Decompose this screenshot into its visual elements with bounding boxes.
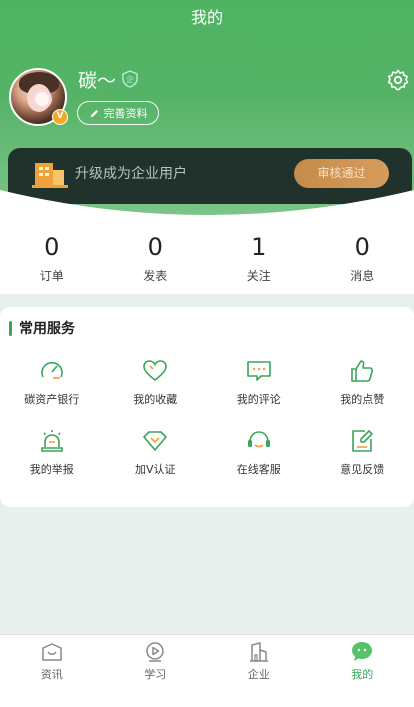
tab-mine[interactable]: 我的: [311, 635, 414, 707]
svg-text:企: 企: [126, 74, 134, 84]
service-v-certification[interactable]: 加V认证: [104, 422, 208, 492]
stat-value: 0: [354, 233, 370, 261]
tab-enterprise[interactable]: 企业: [207, 635, 311, 707]
enterprise-shield-icon: 企: [122, 70, 138, 88]
stat-value: 0: [44, 233, 60, 261]
gauge-icon: [40, 361, 63, 379]
service-label: 碳资产银行: [24, 393, 80, 406]
service-label: 我的点赞: [340, 393, 385, 406]
service-likes[interactable]: 我的点赞: [311, 352, 414, 422]
stat-label: 订单: [39, 269, 64, 283]
building-icon: [249, 642, 268, 662]
page-title: 我的: [190, 8, 223, 27]
feedback-icon: [352, 430, 374, 452]
tab-label: 资讯: [40, 668, 63, 681]
comment-icon: [246, 361, 271, 381]
play-icon: [146, 642, 164, 662]
services-grid: 碳资产银行 我的收藏 我的评论 我的点赞 我的举报 加V认证 在线客服 意见反馈: [0, 352, 414, 492]
service-label: 意见反馈: [340, 463, 385, 476]
stat-label: 关注: [246, 269, 271, 283]
tab-learning[interactable]: 学习: [104, 635, 208, 707]
stats-bar: 0 订单 0 发表 1 关注 0 消息: [0, 222, 414, 294]
stat-label: 发表: [143, 269, 168, 283]
services-title: 常用服务: [19, 321, 75, 337]
tab-label: 学习: [144, 668, 167, 681]
service-label: 加V认证: [134, 463, 176, 476]
service-feedback[interactable]: 意见反馈: [311, 422, 414, 492]
diamond-icon: [143, 431, 168, 451]
tab-news[interactable]: 资讯: [0, 635, 104, 707]
stat-value: 1: [251, 233, 267, 261]
service-label: 在线客服: [236, 463, 281, 476]
service-carbon-bank[interactable]: 碳资产银行: [0, 352, 104, 422]
headset-icon: [247, 431, 270, 448]
tab-label: 企业: [247, 668, 270, 681]
bottom-tab-bar: 资讯 学习 企业 我的: [0, 634, 414, 707]
stat-messages[interactable]: 0 消息: [311, 222, 414, 294]
settings-gear-icon[interactable]: [386, 68, 410, 92]
news-icon: [42, 643, 62, 661]
service-label: 我的收藏: [133, 393, 178, 406]
service-label: 我的举报: [29, 463, 74, 476]
stat-label: 消息: [350, 269, 375, 283]
stat-posts[interactable]: 0 发表: [104, 222, 208, 294]
username: 碳～: [78, 70, 117, 92]
service-label: 我的评论: [236, 393, 281, 406]
edit-profile-label: 完善资料: [103, 107, 148, 120]
tab-label: 我的: [351, 668, 374, 681]
chat-bubble-icon: [352, 642, 373, 661]
stat-orders[interactable]: 0 订单: [0, 222, 104, 294]
edit-profile-button[interactable]: 完善资料: [77, 101, 159, 125]
service-reports[interactable]: 我的举报: [0, 422, 104, 492]
stat-value: 0: [147, 233, 163, 261]
service-online-support[interactable]: 在线客服: [207, 422, 311, 492]
alarm-icon: [40, 430, 63, 452]
thumbs-up-icon: [351, 360, 374, 382]
pencil-icon: [90, 109, 98, 117]
stat-following[interactable]: 1 关注: [207, 222, 311, 294]
avatar-flower: [35, 92, 49, 106]
service-comments[interactable]: 我的评论: [207, 352, 311, 422]
vip-badge: V: [52, 109, 68, 125]
section-accent-bar: [9, 321, 12, 336]
heart-icon: [143, 360, 168, 382]
service-favorites[interactable]: 我的收藏: [104, 352, 208, 422]
